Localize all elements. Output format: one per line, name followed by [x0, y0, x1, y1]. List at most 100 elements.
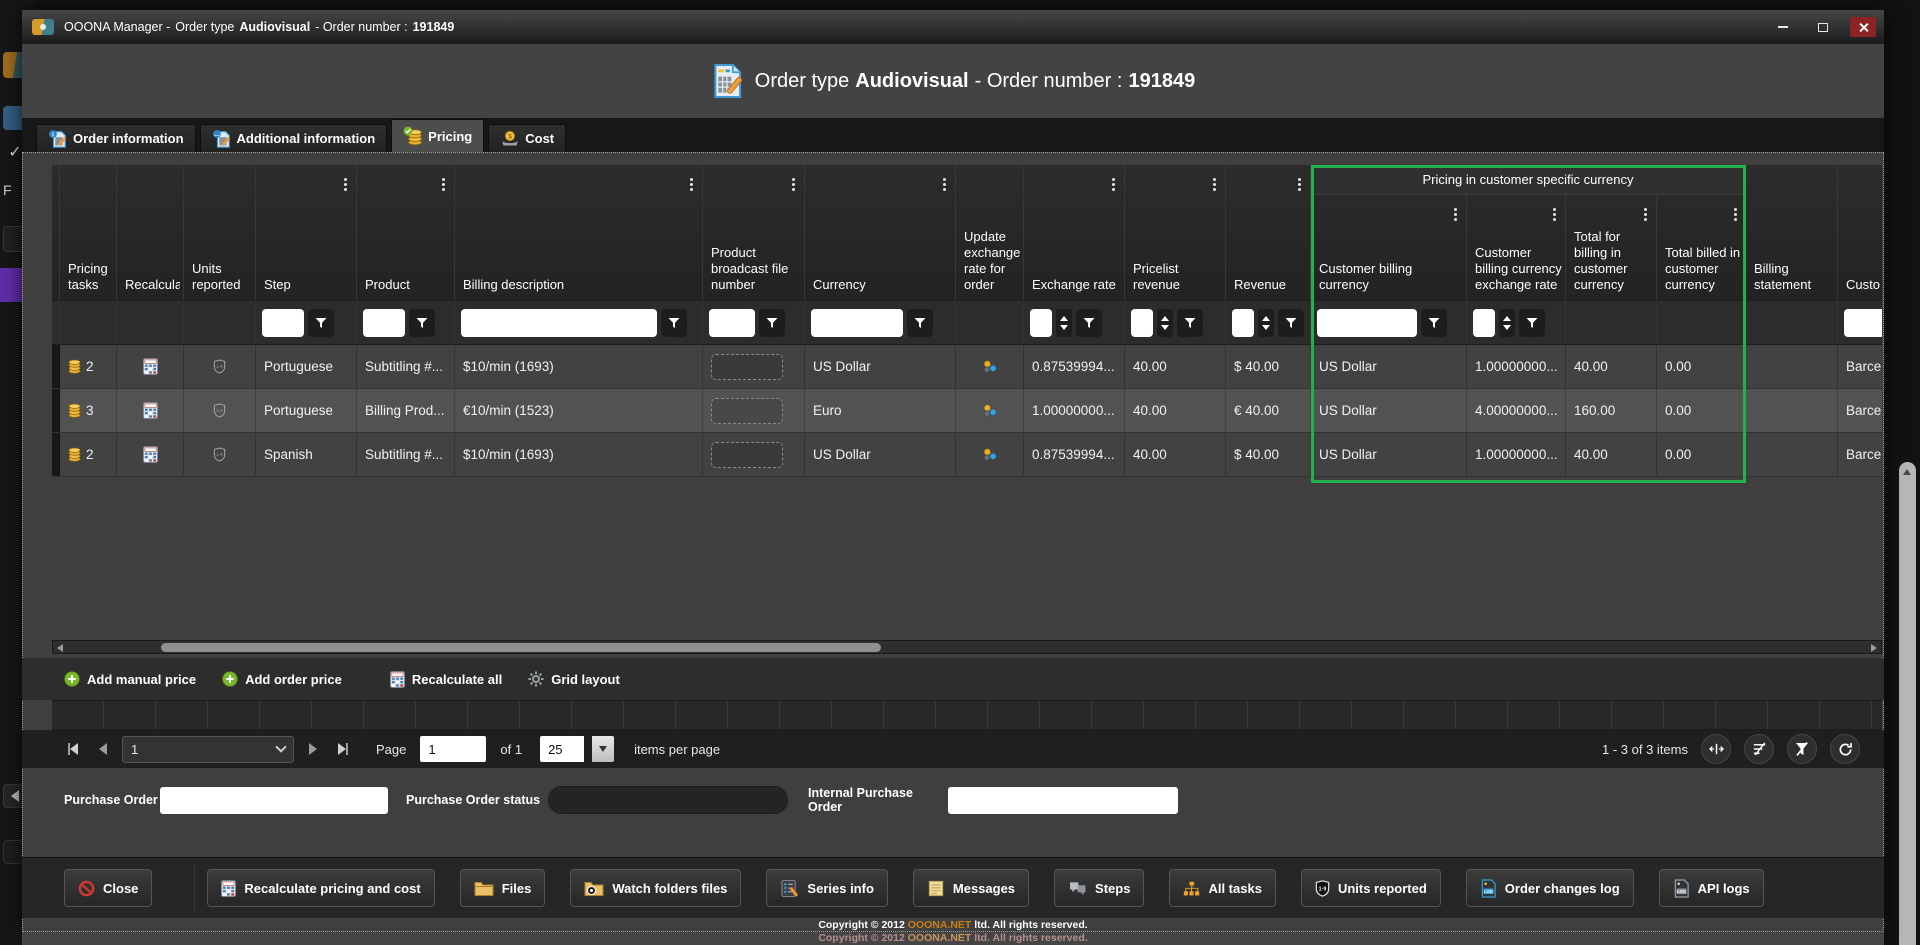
scroll-left-icon[interactable]: [57, 644, 63, 652]
api-logs-button[interactable]: LOG API logs: [1659, 869, 1764, 907]
product-filter-input[interactable]: [363, 309, 405, 337]
units-reported-button[interactable]: 1·9 Units reported: [1301, 869, 1441, 907]
clear-sorting-button[interactable]: [1744, 734, 1774, 764]
column-menu-icon[interactable]: [1298, 178, 1301, 181]
grid-horizontal-scrollbar[interactable]: [52, 640, 1882, 654]
column-header-total-billed[interactable]: Total billed in customer currency: [1657, 195, 1746, 300]
billing-description-filter-input[interactable]: [461, 309, 657, 337]
exchange-rate-filter-button[interactable]: [1076, 309, 1102, 337]
refresh-button[interactable]: [1830, 734, 1860, 764]
column-header-customer[interactable]: Custo: [1838, 165, 1882, 300]
order-changes-log-button[interactable]: LOG Order changes log: [1466, 869, 1634, 907]
product-broadcast-filter-input[interactable]: [709, 309, 755, 337]
revenue-spinner[interactable]: [1258, 309, 1274, 337]
page-size-value[interactable]: 25: [540, 736, 584, 762]
customer-exchange-rate-spinner[interactable]: [1499, 309, 1515, 337]
recalculate-all-button[interactable]: Recalculate all: [390, 671, 502, 688]
cell-update-exchange-rate[interactable]: [956, 433, 1024, 476]
pricelist-revenue-filter-input[interactable]: [1131, 309, 1153, 337]
currency-filter-input[interactable]: [811, 309, 903, 337]
close-window-button[interactable]: [1850, 17, 1876, 37]
fit-columns-button[interactable]: [1701, 734, 1731, 764]
column-header-pricelist-revenue[interactable]: Pricelist revenue: [1125, 165, 1226, 300]
grid-layout-button[interactable]: Grid layout: [528, 671, 620, 687]
step-filter-input[interactable]: [262, 309, 304, 337]
column-header-step[interactable]: Step: [256, 165, 357, 300]
add-order-price-button[interactable]: Add order price: [222, 671, 342, 687]
cell-update-exchange-rate[interactable]: [956, 345, 1024, 388]
scroll-right-icon[interactable]: [1871, 644, 1877, 652]
page-size-dropdown-button[interactable]: [592, 736, 614, 762]
page-number-input[interactable]: [420, 736, 486, 762]
column-header-currency[interactable]: Currency: [805, 165, 956, 300]
currency-filter-button[interactable]: [907, 309, 933, 337]
step-filter-button[interactable]: [308, 309, 334, 337]
product-filter-button[interactable]: [409, 309, 435, 337]
customer-billing-currency-filter-button[interactable]: [1421, 309, 1447, 337]
column-header-billing-statement[interactable]: Billing statement: [1746, 165, 1838, 300]
cell-recalculate[interactable]: [117, 389, 184, 432]
column-header-revenue[interactable]: Revenue: [1226, 165, 1311, 300]
column-menu-icon[interactable]: [1734, 208, 1737, 211]
cell-units-reported[interactable]: 1-9: [184, 389, 256, 432]
first-page-button[interactable]: [62, 738, 84, 760]
customer-exchange-rate-filter-button[interactable]: [1519, 309, 1545, 337]
exchange-rate-spinner[interactable]: [1056, 309, 1072, 337]
pricelist-revenue-spinner[interactable]: [1157, 309, 1173, 337]
customer-filter-input[interactable]: [1844, 309, 1882, 337]
page-selector-dropdown[interactable]: 1: [122, 736, 294, 763]
column-menu-icon[interactable]: [792, 178, 795, 181]
table-row[interactable]: 3 1-9 Portuguese Billing Prod... €10/min…: [52, 389, 1882, 433]
column-header-total-for-billing[interactable]: Total for billing in customer currency: [1566, 195, 1657, 300]
revenue-filter-button[interactable]: [1278, 309, 1304, 337]
customer-billing-currency-filter-input[interactable]: [1317, 309, 1417, 337]
exchange-rate-filter-input[interactable]: [1030, 309, 1052, 337]
pricelist-revenue-filter-button[interactable]: [1177, 309, 1203, 337]
revenue-filter-input[interactable]: [1232, 309, 1254, 337]
steps-button[interactable]: Steps: [1054, 869, 1144, 907]
column-header-update-exchange-rate[interactable]: Update exchange rate for order: [956, 165, 1024, 300]
column-menu-icon[interactable]: [1112, 178, 1115, 181]
series-info-button[interactable]: Series info: [766, 869, 887, 907]
broadcast-file-input[interactable]: [711, 354, 783, 380]
scrollbar-thumb[interactable]: [161, 643, 881, 652]
background-vertical-scrollbar[interactable]: [1899, 462, 1916, 945]
internal-purchase-order-input[interactable]: [948, 787, 1178, 814]
purchase-order-input[interactable]: [160, 787, 388, 814]
tab-order-information[interactable]: i Order information: [36, 124, 196, 152]
add-manual-price-button[interactable]: Add manual price: [64, 671, 196, 687]
cell-recalculate[interactable]: [117, 345, 184, 388]
close-button[interactable]: Close: [64, 869, 152, 907]
column-header-customer-billing-currency[interactable]: Customer billing currency: [1311, 195, 1467, 300]
cell-units-reported[interactable]: 1-9: [184, 433, 256, 476]
column-menu-icon[interactable]: [1553, 208, 1556, 211]
column-header-pricing-tasks[interactable]: Pricing tasks: [60, 165, 117, 300]
last-page-button[interactable]: [332, 738, 354, 760]
column-menu-icon[interactable]: [690, 178, 693, 181]
column-menu-icon[interactable]: [943, 178, 946, 181]
previous-page-button[interactable]: [92, 738, 114, 760]
next-page-button[interactable]: [302, 738, 324, 760]
column-header-customer-billing-currency-exchange-rate[interactable]: Customer billing currency exchange rate: [1467, 195, 1566, 300]
billing-description-filter-button[interactable]: [661, 309, 687, 337]
messages-button[interactable]: Messages: [913, 869, 1029, 907]
tab-additional-information[interactable]: … Additional information: [200, 124, 388, 152]
maximize-button[interactable]: [1810, 17, 1836, 37]
column-menu-icon[interactable]: [1454, 208, 1457, 211]
column-menu-icon[interactable]: [442, 178, 445, 181]
tab-cost[interactable]: $ Cost: [488, 124, 566, 152]
tab-pricing[interactable]: Pricing: [391, 119, 484, 152]
watch-folders-files-button[interactable]: Watch folders files: [570, 869, 741, 907]
clear-filter-button[interactable]: [1787, 734, 1817, 764]
window-titlebar[interactable]: OOONA Manager - Order type Audiovisual -…: [22, 10, 1884, 44]
cell-units-reported[interactable]: 1-9: [184, 345, 256, 388]
cell-update-exchange-rate[interactable]: [956, 389, 1024, 432]
customer-exchange-rate-filter-input[interactable]: [1473, 309, 1495, 337]
files-button[interactable]: Files: [460, 869, 546, 907]
broadcast-file-input[interactable]: [711, 442, 783, 468]
column-header-units-reported[interactable]: Units reported: [184, 165, 256, 300]
column-menu-icon[interactable]: [1644, 208, 1647, 211]
column-header-recalculate[interactable]: Recalcula: [117, 165, 184, 300]
recalculate-pricing-and-cost-button[interactable]: Recalculate pricing and cost: [207, 869, 434, 907]
broadcast-file-input[interactable]: [711, 398, 783, 424]
